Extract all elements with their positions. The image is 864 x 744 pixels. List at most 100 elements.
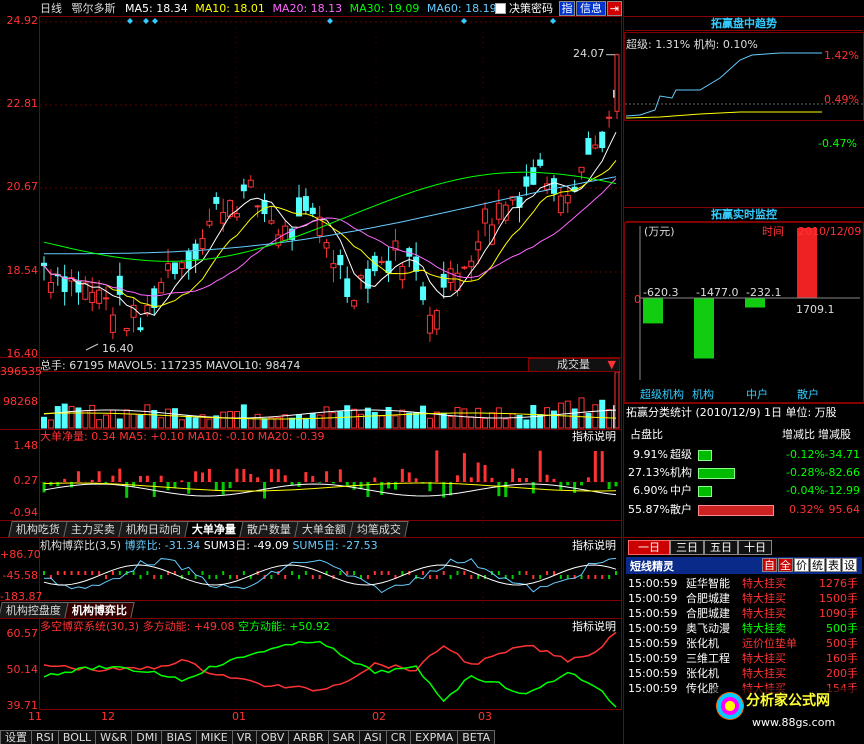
short-row[interactable]: 15:00:59 张化机 远价位垫单 500手 <box>626 638 862 650</box>
short-btn-self[interactable]: 自 <box>762 558 777 572</box>
bignet-help-button[interactable]: 指标说明 <box>572 430 616 443</box>
bignet-bar <box>607 482 611 490</box>
tab-bias[interactable]: BIAS <box>161 730 197 744</box>
game-ratio: 博弈比: -31.34 <box>124 539 201 552</box>
bignet-bar <box>483 465 487 482</box>
monitor-time-label: 时间 <box>762 225 784 238</box>
dk-tick: 60.57 <box>6 627 39 640</box>
short-stock: 奥飞动漫 <box>686 622 730 635</box>
tab-5day[interactable]: 五日 <box>704 540 738 555</box>
candle <box>564 194 571 204</box>
bignet-bar <box>400 468 404 482</box>
trend-tick: 0.49% <box>824 93 859 106</box>
short-btn-price[interactable]: 价 <box>794 558 809 572</box>
short-row[interactable]: 15:00:59 合肥城建 特大挂买 1090手 <box>626 608 862 620</box>
tab-vr[interactable]: VR <box>231 730 257 744</box>
bignet-bar <box>97 471 101 482</box>
decision-checkbox[interactable] <box>495 3 506 14</box>
dk-bull-line <box>43 631 617 692</box>
tab-1day[interactable]: 一日 <box>628 540 670 555</box>
tab-retail-count[interactable]: 散户数量 <box>239 521 299 537</box>
volume-bar <box>564 400 571 429</box>
tab-sar[interactable]: SAR <box>327 730 360 744</box>
tab-dmi[interactable]: DMI <box>131 730 163 744</box>
mavol10-line <box>43 412 617 420</box>
bignet-values: 大单净量: 0.34 MA5: +0.10 MA10: -0.10 MA20: … <box>40 430 325 443</box>
bignet-bar <box>56 482 60 487</box>
tab-main-trade[interactable]: 主力买卖 <box>63 521 123 537</box>
volume-bar <box>47 419 54 429</box>
short-btn-table[interactable]: 表 <box>826 558 841 572</box>
short-row[interactable]: 15:00:59 合肥城建 特大挂买 1500手 <box>626 593 862 605</box>
candle <box>378 260 385 264</box>
event-marker-icon <box>143 18 149 24</box>
short-volume: 160手 <box>826 652 858 665</box>
short-btn-set[interactable]: 设 <box>842 558 857 572</box>
tab-avg-trade[interactable]: 均笔成交 <box>349 521 409 537</box>
tab-wr[interactable]: W&R <box>95 730 133 744</box>
game-sum3: SUM3日: -49.09 <box>203 539 289 552</box>
tab-3day[interactable]: 三日 <box>670 540 704 555</box>
volume-dropdown[interactable]: 成交量 ▼ <box>528 358 620 372</box>
tab-arbr[interactable]: ARBR <box>288 730 329 744</box>
short-volume: 200手 <box>826 667 858 680</box>
tab-institution-absorb[interactable]: 机构吃货 <box>8 521 68 537</box>
short-event: 特大挂买 <box>742 607 786 620</box>
candle <box>599 131 606 149</box>
tab-obv[interactable]: OBV <box>255 730 290 744</box>
dk-help-button[interactable]: 指标说明 <box>572 620 616 633</box>
stat-name: 中户 <box>670 484 692 497</box>
tab-beta[interactable]: BETA <box>457 730 496 744</box>
tab-institution-daily[interactable]: 机构日动向 <box>118 521 189 537</box>
tab-game-ratio[interactable]: 机构博弈比 <box>64 602 135 618</box>
tab-settings[interactable]: 设置 <box>0 730 32 744</box>
monitor-label: 中户 <box>746 388 768 401</box>
ma60-label: MA60: 18.19 <box>426 2 497 15</box>
tab-asi[interactable]: ASI <box>359 730 387 744</box>
short-row[interactable]: 15:00:59 张化机 特大挂买 200手 <box>626 668 862 680</box>
volume-bar <box>399 409 406 429</box>
volume-tick: 396535 <box>0 365 42 378</box>
info-button[interactable]: 信息 <box>576 1 606 16</box>
tab-expma[interactable]: EXPMA <box>410 730 459 744</box>
tab-boll[interactable]: BOLL <box>57 730 97 744</box>
short-btn-stat[interactable]: 统 <box>810 558 825 572</box>
volume-bar <box>233 411 240 429</box>
bignet-tick: -0.94 <box>9 506 38 519</box>
xaxis-label: 01 <box>232 710 246 723</box>
tab-mike[interactable]: MIKE <box>195 730 233 744</box>
bignet-bar <box>573 482 577 493</box>
stat-name: 散户 <box>670 503 692 516</box>
indicator-button[interactable]: 指 <box>559 1 575 16</box>
volume-bar <box>61 403 68 429</box>
volume-bar <box>364 407 371 429</box>
close-panel-icon[interactable]: ⇥ <box>607 1 622 16</box>
volume-bar <box>316 414 323 429</box>
candle <box>578 166 585 173</box>
short-row[interactable]: 15:00:59 延华智能 特大挂买 1276手 <box>626 578 862 590</box>
game-help-button[interactable]: 指标说明 <box>572 539 616 552</box>
bignet-bar <box>511 468 515 482</box>
stock-name[interactable]: 鄂尔多斯 <box>72 2 116 15</box>
tab-control-degree[interactable]: 机构控盘度 <box>0 602 69 618</box>
candle <box>233 213 240 218</box>
candle <box>96 289 103 304</box>
short-btn-all[interactable]: 全 <box>778 558 793 572</box>
candle <box>606 116 613 119</box>
bignet-bar <box>497 482 501 497</box>
tab-big-amount[interactable]: 大单金额 <box>294 521 354 537</box>
volume-bar <box>96 419 103 429</box>
monitor-value-mid: -232.1 <box>746 286 782 299</box>
short-row[interactable]: 15:00:59 三维工程 特大挂买 160手 <box>626 653 862 665</box>
candle <box>399 265 406 281</box>
bignet-bar <box>263 482 267 499</box>
tab-cr[interactable]: CR <box>385 730 412 744</box>
bignet-bar <box>593 450 597 482</box>
tab-10day[interactable]: 十日 <box>738 540 772 555</box>
short-row[interactable]: 15:00:59 奥飞动漫 特大挂卖 500手 <box>626 623 862 635</box>
tab-rsi[interactable]: RSI <box>31 730 59 744</box>
short-time: 15:00:59 <box>628 637 678 650</box>
short-title: 短线精灵 <box>630 560 674 573</box>
short-stock: 三维工程 <box>686 652 730 665</box>
tab-bignet[interactable]: 大单净量 <box>184 521 244 537</box>
